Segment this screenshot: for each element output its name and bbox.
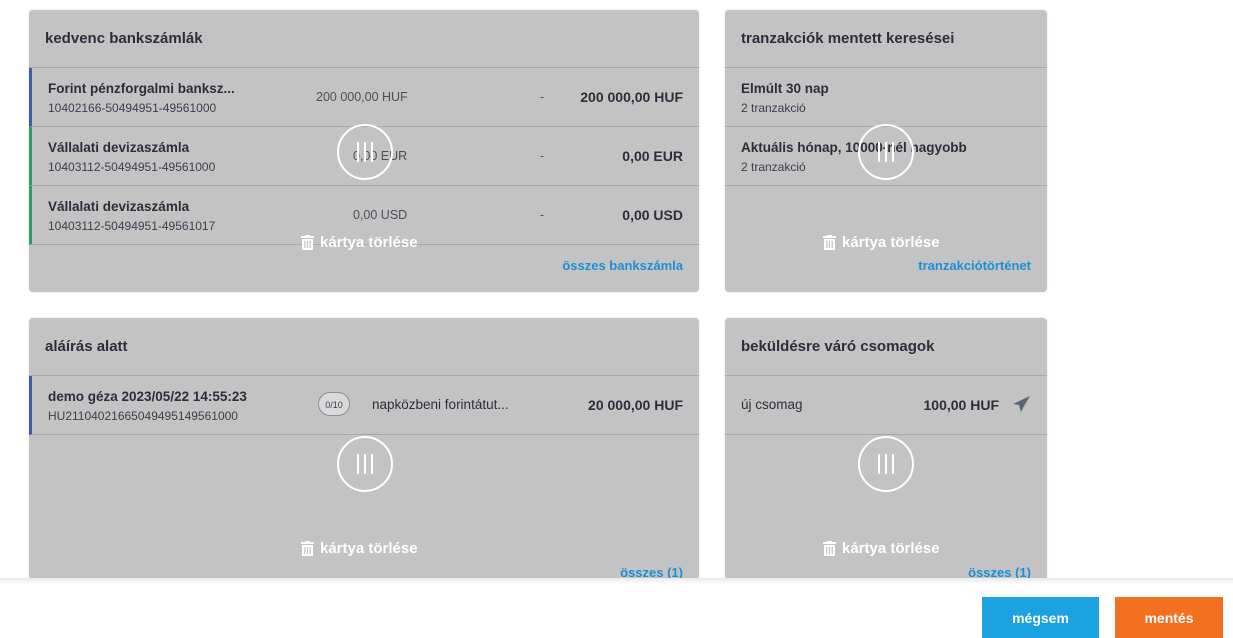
package-amount: 100,00 HUF [923,397,999,413]
account-dash: - [540,90,545,104]
trash-icon [823,541,836,556]
drag-handle-icon[interactable] [337,436,393,492]
packages-card: beküldésre váró csomagok új csomag 100,0… [725,318,1047,580]
account-row[interactable]: Forint pénzforgalmi banksz... 10402166-5… [29,68,699,127]
delete-card-button[interactable]: kártya törlése [823,234,940,251]
account-available: 0,00 EUR [622,148,683,164]
trash-icon [823,235,836,250]
drag-handle-icon[interactable] [858,436,914,492]
card-title: tranzakciók mentett keresései [741,30,955,47]
account-dash: - [540,208,545,222]
account-balance: 200 000,00 HUF [316,90,408,104]
account-name: Vállalati devizaszámla [48,140,190,155]
account-number: 10403112-50494951-49561000 [48,160,216,174]
save-button[interactable]: mentés [1115,597,1223,638]
card-title: beküldésre váró csomagok [741,338,935,355]
transaction-history-link[interactable]: tranzakciótörténet [918,258,1031,273]
account-number: 10402166-50494951-49561000 [48,101,217,115]
signature-count-badge: 0/10 [318,392,350,416]
account-available: 200 000,00 HUF [580,89,683,105]
account-name: Forint pénzforgalmi banksz... [48,81,235,96]
account-balance: 0,00 USD [353,208,408,222]
account-number: 10403112-50494951-49561017 [48,219,216,233]
delete-card-button[interactable]: kártya törlése [301,540,418,557]
delete-card-button[interactable]: kártya törlése [823,540,940,557]
card-title: kedvenc bankszámlák [45,30,203,47]
saved-search-count: 2 tranzakció [741,160,806,174]
cancel-button[interactable]: mégsem [982,597,1099,638]
signing-title: demo géza 2023/05/22 14:55:23 [48,389,247,404]
package-row[interactable]: új csomag 100,00 HUF [725,376,1047,435]
saved-search-name: Elmúlt 30 nap [741,81,829,96]
drag-handle-icon[interactable] [858,124,914,180]
delete-card-label: kártya törlése [842,234,940,251]
signing-account: HU21104021665049495149561000 [48,409,238,423]
saved-search-name: Aktuális hónap, 10000-nél nagyobb [741,140,967,155]
delete-card-label: kártya törlése [842,540,940,557]
account-available: 0,00 USD [622,207,683,223]
saved-searches-card: tranzakciók mentett keresései Elmúlt 30 … [725,10,1047,292]
paper-plane-icon[interactable] [1013,396,1031,412]
trash-icon [301,235,314,250]
trash-icon [301,541,314,556]
footer-divider [0,578,1233,584]
saved-search-row[interactable]: Elmúlt 30 nap 2 tranzakció [725,68,1047,127]
signing-row[interactable]: demo géza 2023/05/22 14:55:23 HU21104021… [29,376,699,435]
package-name: új csomag [741,397,803,412]
delete-card-label: kártya törlése [320,234,418,251]
delete-card-button[interactable]: kártya törlése [301,234,418,251]
saved-search-count: 2 tranzakció [741,101,806,115]
account-name: Vállalati devizaszámla [48,199,190,214]
card-title: aláírás alatt [45,338,128,355]
drag-handle-icon[interactable] [337,124,393,180]
signing-card: aláírás alatt demo géza 2023/05/22 14:55… [29,318,699,580]
signing-description: napközbeni forintátut... [372,397,509,412]
account-dash: - [540,149,545,163]
signing-amount: 20 000,00 HUF [588,397,683,413]
favorite-accounts-card: kedvenc bankszámlák Forint pénzforgalmi … [29,10,699,292]
all-accounts-link[interactable]: összes bankszámla [562,258,683,273]
delete-card-label: kártya törlése [320,540,418,557]
